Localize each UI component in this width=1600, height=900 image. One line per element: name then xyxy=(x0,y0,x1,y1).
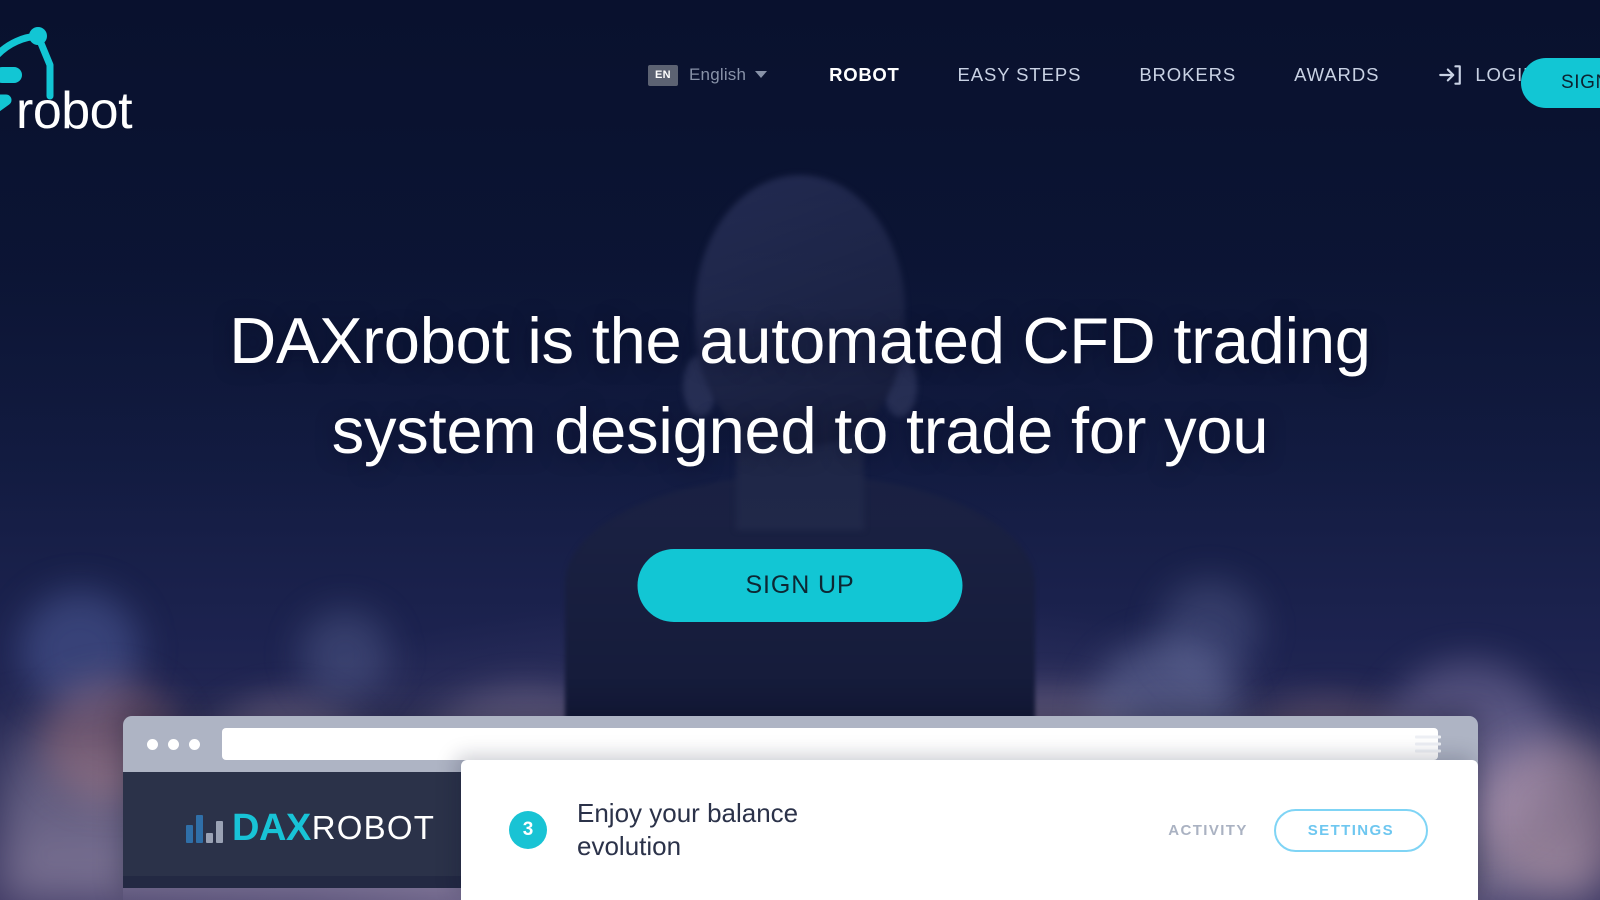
step-description: Enjoy your balance evolution xyxy=(577,797,799,861)
step-card-actions: ACTIVITY SETTINGS xyxy=(1168,808,1428,852)
app-logo-dax: DAX xyxy=(232,806,311,849)
step-number-badge: 3 xyxy=(509,811,547,849)
activity-tab[interactable]: ACTIVITY xyxy=(1168,822,1248,839)
headline-line-2: system designed to trade for you xyxy=(331,393,1269,467)
nav-item-robot[interactable]: ROBOT xyxy=(829,64,899,86)
app-logo[interactable]: DAX ROBOT xyxy=(186,807,435,850)
robot-antenna-icon: robot xyxy=(0,27,134,133)
daxrobot-logo[interactable]: robot xyxy=(0,18,172,133)
language-badge: EN xyxy=(648,64,678,86)
browser-url-input[interactable] xyxy=(222,728,1438,760)
language-selector[interactable]: EN English xyxy=(648,64,768,86)
svg-text:robot: robot xyxy=(16,82,133,133)
nav-item-easy-steps[interactable]: EASY STEPS xyxy=(957,64,1081,86)
top-navigation-bar: robot EN English ROBOT EASY STEPS BROKER… xyxy=(0,0,1600,162)
nav-links: EN English ROBOT EASY STEPS BROKERS AWAR… xyxy=(648,62,1587,88)
step-callout-card: 3 Enjoy your balance evolution ACTIVITY … xyxy=(461,760,1478,900)
app-logo-robot: ROBOT xyxy=(311,809,436,846)
bar-chart-logo-icon xyxy=(186,813,223,843)
nav-item-awards[interactable]: AWARDS xyxy=(1294,64,1379,86)
window-dots-icon xyxy=(147,738,200,750)
sign-in-arrow-icon xyxy=(1439,65,1462,85)
hero-signup-button[interactable]: SIGN UP xyxy=(637,549,963,622)
nav-signup-button[interactable]: SIGN UP xyxy=(1521,58,1600,108)
settings-button[interactable]: SETTINGS xyxy=(1273,808,1428,852)
language-name: English xyxy=(689,65,747,84)
headline-line-1: DAXrobot is the automated CFD trading xyxy=(229,304,1371,377)
hero-headline: DAXrobot is the automated CFD trading sy… xyxy=(0,296,1600,475)
nav-item-brokers[interactable]: BROKERS xyxy=(1139,64,1236,86)
chevron-down-icon xyxy=(755,70,768,78)
hamburger-menu-icon[interactable] xyxy=(1415,735,1441,753)
